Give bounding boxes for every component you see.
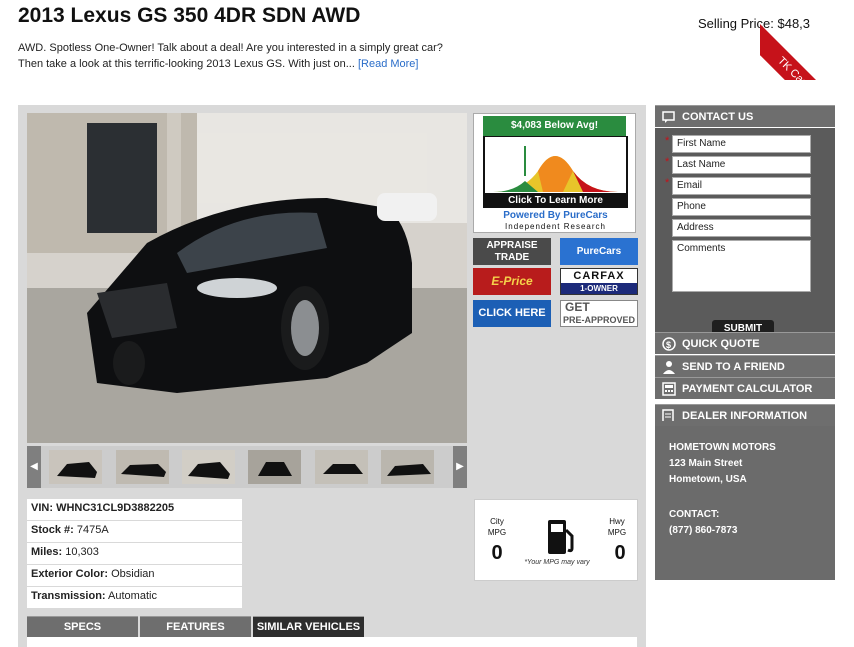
detail-tabs: SPECS FEATURES SIMILAR VEHICLES [27, 616, 364, 637]
dealer-phone[interactable]: (877) 860-7873 [669, 523, 821, 539]
city-label: City [490, 517, 504, 526]
dealer-information-label: DEALER INFORMATION [682, 410, 808, 422]
required-marker: * [665, 156, 670, 168]
thumbnail[interactable] [315, 450, 368, 484]
spec-value: WHNC31CL9D3882205 [56, 502, 175, 514]
pre-approved-button[interactable]: GET PRE-APPROVED [560, 300, 638, 327]
calculator-icon [662, 382, 676, 396]
tab-features[interactable]: FEATURES [140, 616, 251, 637]
contact-us-label: CONTACT US [682, 111, 754, 123]
car-photo-image [27, 113, 467, 443]
document-icon [662, 409, 674, 421]
spec-label: VIN: [31, 502, 53, 514]
spec-value: Obsidian [111, 568, 155, 580]
payment-calculator-link[interactable]: PAYMENT CALCULATOR [655, 377, 835, 399]
purecars-price-widget[interactable]: $4,083 Below Avg! Click To Learn More Po… [473, 113, 636, 233]
spec-value: 7475A [76, 524, 109, 536]
comments-field[interactable]: Comments [672, 240, 811, 292]
dealer-city: Hometown, USA [669, 474, 747, 485]
corner-ribbon[interactable]: TK Carsites [760, 0, 854, 80]
svg-text:$: $ [666, 340, 671, 350]
dealer-street: 123 Main Street [669, 458, 743, 469]
thumbnail[interactable] [381, 450, 434, 484]
click-here-button[interactable]: CLICK HERE [473, 300, 551, 327]
mpg-disclaimer: *Your MPG may vary [524, 559, 590, 566]
hwy-label: Hwy [609, 517, 625, 526]
appraise-trade-button[interactable]: APPRAISE TRADE [473, 238, 551, 265]
last-name-field[interactable]: Last Name [672, 156, 811, 174]
below-average-label: $4,083 Below Avg! [483, 116, 626, 136]
get-label: GET [565, 300, 590, 314]
main-vehicle-photo[interactable] [27, 113, 467, 443]
spec-value: 10,303 [65, 546, 99, 558]
tab-content-area [27, 637, 637, 647]
first-name-field[interactable]: First Name [672, 135, 811, 153]
tab-specs[interactable]: SPECS [27, 616, 138, 637]
thumbnail[interactable] [182, 450, 235, 484]
quick-quote-link[interactable]: $ QUICK QUOTE [655, 332, 835, 354]
gas-pump-icon [548, 520, 574, 554]
chat-bubble-icon [662, 111, 675, 123]
address-field[interactable]: Address [672, 219, 811, 237]
spec-row-miles: Miles: 10,303 [27, 543, 242, 564]
thumbnail-strip: ◀ ▶ [27, 446, 467, 488]
click-learn-more-button[interactable]: Click To Learn More [483, 194, 628, 208]
page-title: 2013 Lexus GS 350 4DR SDN AWD [18, 4, 361, 27]
spec-row-vin: VIN: WHNC31CL9D3882205 [27, 499, 242, 520]
quick-quote-label: QUICK QUOTE [682, 338, 760, 350]
contact-form: * First Name * Last Name * Email Phone A… [655, 128, 835, 338]
dealer-information-header[interactable]: DEALER INFORMATION [655, 404, 835, 426]
e-price-button[interactable]: E-Price [473, 268, 551, 295]
independent-research-label: Independent Research [505, 222, 606, 231]
send-to-friend-link[interactable]: SEND TO A FRIEND [655, 355, 835, 377]
spec-label: Miles: [31, 546, 63, 558]
payment-calculator-label: PAYMENT CALCULATOR [682, 383, 813, 395]
thumbnail[interactable] [116, 450, 169, 484]
city-mpg-label: City MPG [487, 516, 507, 538]
carfax-badge[interactable]: CARFAX 1-OWNER [560, 268, 638, 295]
purecars-badge[interactable]: PureCars [560, 238, 638, 265]
dealer-info-box: HOMETOWN MOTORS 123 Main Street Hometown… [655, 426, 835, 580]
next-thumbnail-arrow[interactable]: ▶ [453, 446, 467, 488]
dollar-circle-icon: $ [662, 337, 676, 351]
carfax-label: CARFAX [573, 270, 625, 282]
send-to-friend-label: SEND TO A FRIEND [682, 361, 785, 373]
spec-row-stock: Stock #: 7475A [27, 521, 242, 542]
spec-label: Transmission: [31, 590, 106, 602]
dealer-contact-label: CONTACT: [669, 509, 720, 520]
prev-thumbnail-arrow[interactable]: ◀ [27, 446, 41, 488]
mpg-box: City MPG Hwy MPG 0 0 *Your MPG may vary [474, 499, 638, 581]
carfax-owner-label: 1-OWNER [561, 283, 637, 294]
spec-row-color: Exterior Color: Obsidian [27, 565, 242, 586]
thumbnail[interactable] [248, 450, 301, 484]
spec-row-transmission: Transmission: Automatic [27, 587, 242, 608]
vehicle-specs-list: VIN: WHNC31CL9D3882205 Stock #: 7475A Mi… [27, 499, 242, 609]
pre-approved-label: PRE-APPROVED [562, 315, 635, 325]
sidebar: CONTACT US * First Name * Last Name * Em… [655, 105, 835, 580]
spec-label: Exterior Color: [31, 568, 109, 580]
read-more-link[interactable]: [Read More] [358, 58, 419, 70]
required-marker: * [665, 177, 670, 189]
spec-label: Stock #: [31, 524, 74, 536]
mpg-unit-label: MPG [487, 528, 507, 537]
spec-value: Automatic [108, 590, 157, 602]
mpg-unit-label: MPG [607, 528, 627, 537]
required-marker: * [665, 135, 670, 147]
powered-by-label: Powered By PureCars [503, 210, 608, 221]
price-gauge-icon [483, 136, 628, 195]
phone-field[interactable]: Phone [672, 198, 811, 216]
thumbnail[interactable] [49, 450, 102, 484]
person-icon [663, 361, 675, 374]
hwy-mpg-label: Hwy MPG [607, 516, 627, 538]
tab-similar-vehicles[interactable]: SIMILAR VEHICLES [253, 616, 364, 637]
email-field[interactable]: Email [672, 177, 811, 195]
vehicle-description: AWD. Spotless One-Owner! Talk about a de… [18, 40, 458, 72]
dealer-name: HOMETOWN MOTORS [669, 442, 776, 453]
contact-us-header[interactable]: CONTACT US [655, 105, 835, 127]
ribbon-label: TK Carsites [760, 22, 854, 80]
